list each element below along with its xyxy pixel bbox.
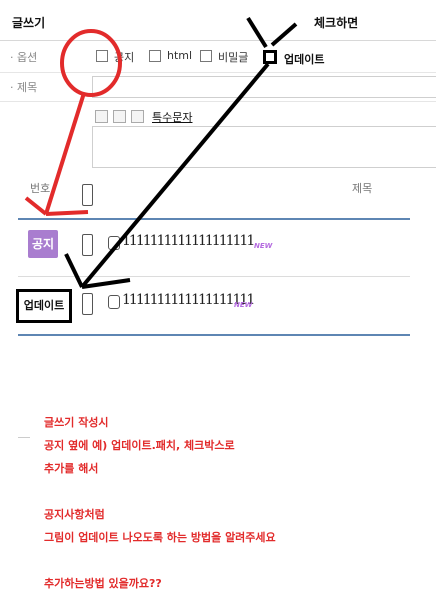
red-arrowhead — [45, 210, 89, 216]
red-circle-annotation — [60, 29, 122, 97]
red-arrowhead — [24, 196, 48, 216]
red-arrow-line — [44, 92, 86, 215]
black-pointer-line — [246, 16, 268, 49]
black-arrowhead — [64, 253, 84, 288]
black-arrow-line — [80, 62, 270, 289]
annotation-overlay — [24, 16, 298, 289]
black-pointer-line — [270, 22, 298, 47]
